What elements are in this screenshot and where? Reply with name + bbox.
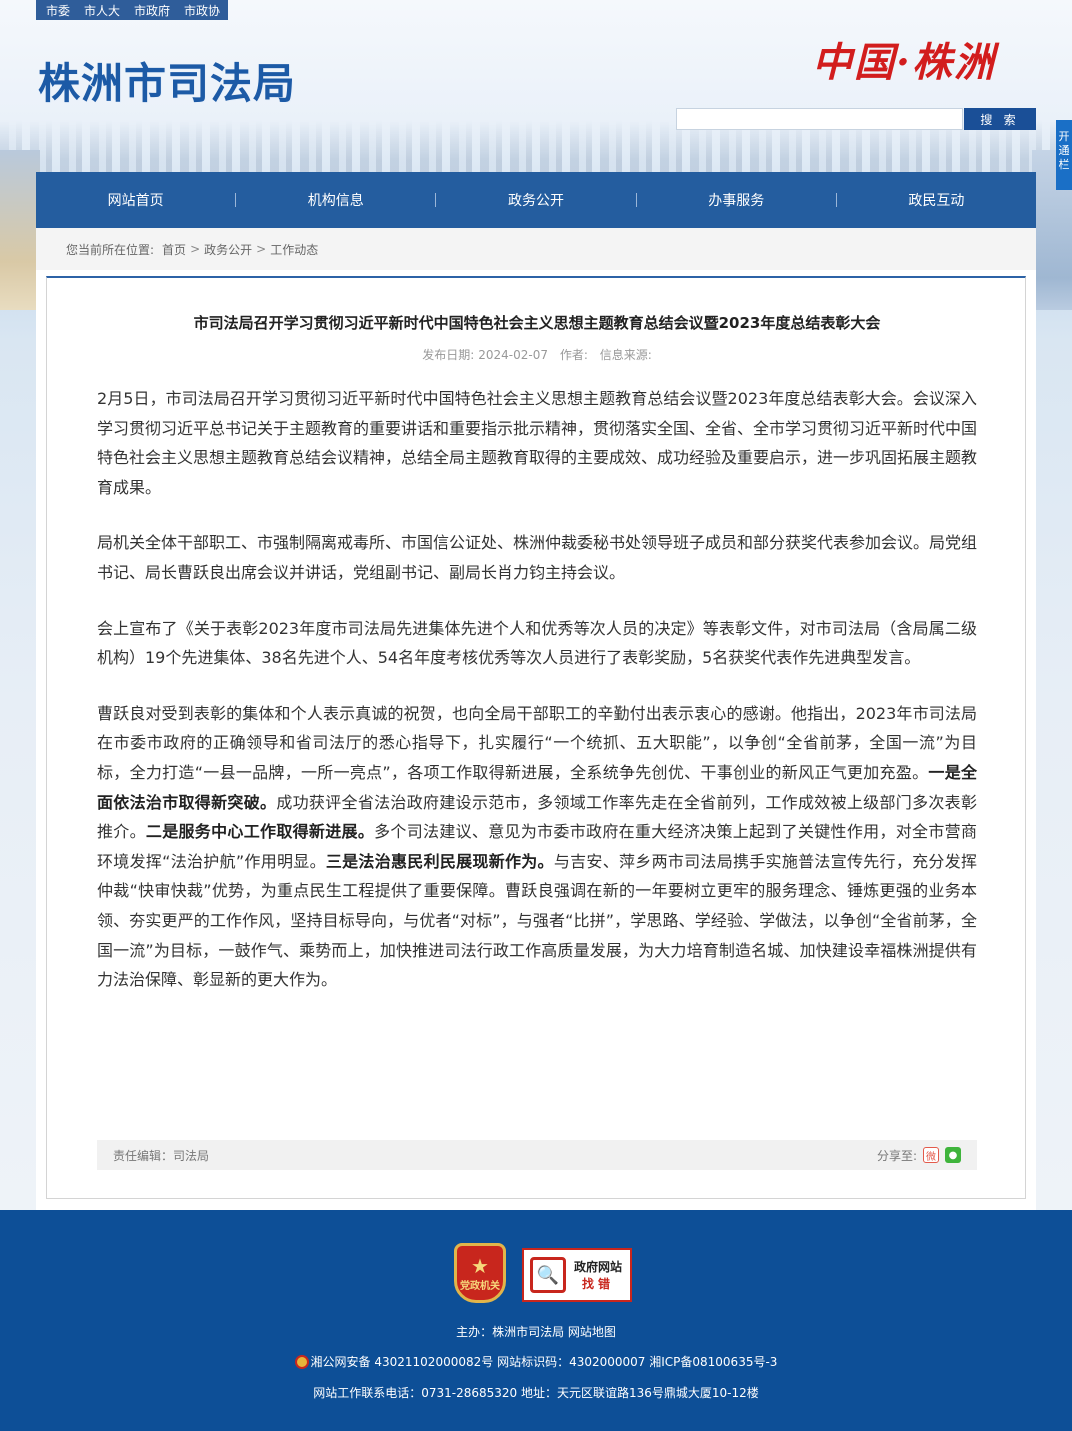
publish-date-label: 发布日期: [422,348,475,362]
top-links-bar: 市委 市人大 市政府 市政协 [36,0,228,20]
search-button[interactable]: 搜 索 [964,108,1036,130]
responsible-editor: 责任编辑：司法局 [113,1148,210,1163]
main-panel: 市司法局召开学习贯彻习近平新时代中国特色社会主义思想主题教育总结会议暨2023年… [36,270,1036,1210]
footer-sponsor-line: 主办：株洲市司法局 网站地图 [456,1325,616,1339]
paragraph: 2月5日，市司法局召开学习贯彻习近平新时代中国特色社会主义思想主题教育总结会议暨… [97,389,978,497]
nav-org-info[interactable]: 机构信息 [236,190,435,210]
paragraph: 会上宣布了《关于表彰2023年度市司法局先进集体先进个人和优秀等次人员的决定》等… [97,618,977,668]
breadcrumb-separator: > [256,242,267,256]
share-area: 分享至: 微 ● [877,1147,961,1164]
paragraph-text: 曹跃良对受到表彰的集体和个人表示真诚的祝贺，也向全局干部职工的辛勤付出表示衷心的… [97,703,977,782]
article-title: 市司法局召开学习贯彻习近平新时代中国特色社会主义思想主题教育总结会议暨2023年… [193,314,881,332]
weibo-share-icon[interactable]: 微 [923,1147,939,1163]
bold-point-2: 二是服务中心工作取得新进展。 [145,822,375,842]
article-card: 市司法局召开学习贯彻习近平新时代中国特色社会主义思想主题教育总结会议暨2023年… [46,276,1026,1199]
top-link-shizhengxie[interactable]: 市政协 [184,2,220,19]
article-body: 2月5日，市司法局召开学习贯彻习近平新时代中国特色社会主义思想主题教育总结会议暨… [97,384,977,1021]
emblem-icon: ★ [471,1253,489,1278]
banner-left-edge [0,150,40,310]
source-label: 信息来源: [599,348,652,362]
nav-home[interactable]: 网站首页 [36,190,235,210]
search-input[interactable] [676,108,963,130]
author-label: 作者: [559,348,588,362]
breadcrumb-separator: > [190,242,201,256]
footer-contact-line: 网站工作联系电话：0731-28685320 地址：天元区联谊路136号鼎城大厦… [313,1386,759,1400]
gov-site-error-report-button[interactable]: 🔍 政府网站 找错 [522,1248,632,1302]
footer-record-line: 湘公网安备 43021102000082号 网站标识码：4302000007 湘… [0,1353,1072,1370]
magnifier-icon: 🔍 [530,1257,566,1293]
zhuzhou-calligraphy-logo: 中国·株洲 [812,39,996,86]
footer: ★ 党政机关 🔍 政府网站 找错 主办：株洲市司法局 网站地图 湘公网安备 43… [0,1210,1072,1431]
breadcrumb-label: 您当前所在位置: [66,242,155,257]
editor-bar: 责任编辑：司法局 分享至: 微 ● [97,1140,977,1170]
findbug-line2: 找错 [581,1277,614,1291]
nav-interaction[interactable]: 政民互动 [837,190,1036,210]
findbug-line1: 政府网站 [573,1260,622,1274]
bold-point-3: 三是法治惠民利民展现新作为。 [325,851,554,871]
badge-text: 党政机关 [460,1280,500,1292]
findbug-text: 政府网站 找错 [566,1258,630,1292]
breadcrumb-gov-affairs[interactable]: 政务公开 [204,241,252,258]
top-link-shiwei[interactable]: 市委 [46,2,70,19]
paragraph-text: 与吉安、萍乡两市司法局携手实施普法宣传先行，充分发挥仲裁“快审快裁”优势，为重点… [97,851,977,990]
footer-record-text[interactable]: 湘公网安备 43021102000082号 网站标识码：4302000007 湘… [311,1355,778,1369]
wechat-share-icon[interactable]: ● [945,1147,961,1163]
article-meta: 发布日期: 2024-02-07 作者: 信息来源: [47,346,1027,363]
breadcrumb: 您当前所在位置: 首页 > 政务公开 > 工作动态 [36,228,1036,270]
site-title[interactable]: 株洲市司法局 [38,50,296,111]
share-label: 分享至: [876,1148,917,1163]
party-gov-badge[interactable]: ★ 党政机关 [454,1243,506,1303]
nav-gov-affairs[interactable]: 政务公开 [436,190,635,210]
main-nav: 网站首页 机构信息 政务公开 办事服务 政民互动 [36,172,1036,228]
breadcrumb-home[interactable]: 首页 [162,241,186,258]
paragraph: 曹跃良对受到表彰的集体和个人表示真诚的祝贺，也向全局干部职工的辛勤付出表示衷心的… [97,699,977,995]
police-badge-icon [294,1355,309,1369]
breadcrumb-work-news[interactable]: 工作动态 [270,241,318,258]
top-link-shizhengfu[interactable]: 市政府 [134,2,170,19]
side-floating-tab[interactable]: 开通栏 [1056,120,1072,190]
publish-date: 2024-02-07 [478,348,549,362]
top-link-shirenda[interactable]: 市人大 [84,2,120,19]
paragraph: 局机关全体干部职工、市强制隔离戒毒所、市国信公证处、株洲仲裁委秘书处领导班子成员… [97,533,978,582]
nav-services[interactable]: 办事服务 [637,190,836,210]
